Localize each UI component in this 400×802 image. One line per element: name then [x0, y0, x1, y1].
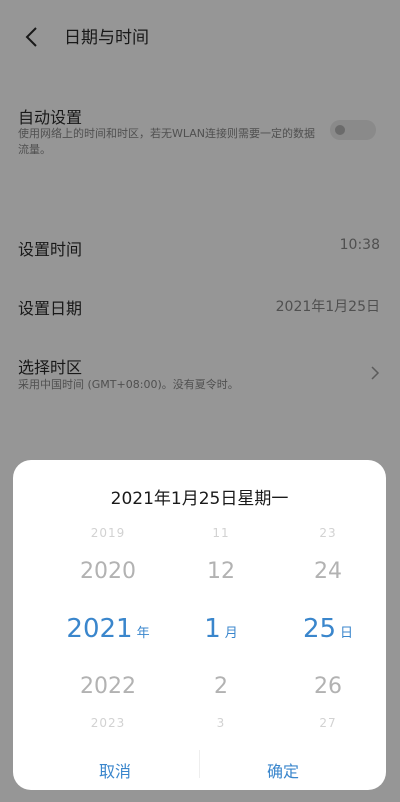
day-selected: 25 [302, 614, 337, 644]
cancel-button[interactable]: 取消 [55, 758, 175, 782]
year-above-far: 2019 [90, 526, 126, 540]
day-unit: 日 [340, 626, 354, 641]
month-below: 2 [214, 674, 228, 699]
picker-title: 2021年1月25日星期一 [110, 489, 289, 509]
day-above-far: 23 [319, 526, 337, 540]
year-above: 2020 [80, 559, 136, 584]
month-above: 12 [207, 559, 235, 584]
day-above: 24 [314, 559, 342, 584]
confirm-button[interactable]: 确定 [223, 758, 343, 782]
day-below: 26 [314, 674, 342, 699]
month-unit: 月 [224, 626, 238, 641]
day-selected-row: 25 日 [283, 614, 373, 644]
year-selected-row: 2021 年 [53, 614, 163, 644]
day-below-far: 27 [319, 716, 337, 730]
date-picker-dialog: 2021年1月25日星期一 2019 2020 2021 年 2022 2023 … [13, 460, 386, 790]
month-selected-row: 1月 [186, 614, 256, 644]
year-wheel[interactable]: 2019 2020 2021 年 2022 2023 [53, 520, 163, 730]
year-below: 2022 [80, 674, 136, 699]
year-unit: 年 [136, 626, 150, 641]
month-selected: 1 [204, 614, 221, 644]
day-wheel[interactable]: 23 24 25 日 26 27 [283, 520, 373, 730]
year-selected: 2021 [66, 614, 133, 644]
month-wheel[interactable]: 11 12 1月 2 3 [186, 520, 256, 730]
button-divider [199, 750, 200, 778]
month-below-far: 3 [216, 716, 226, 730]
year-below-far: 2023 [90, 716, 126, 730]
month-above-far: 11 [212, 526, 230, 540]
